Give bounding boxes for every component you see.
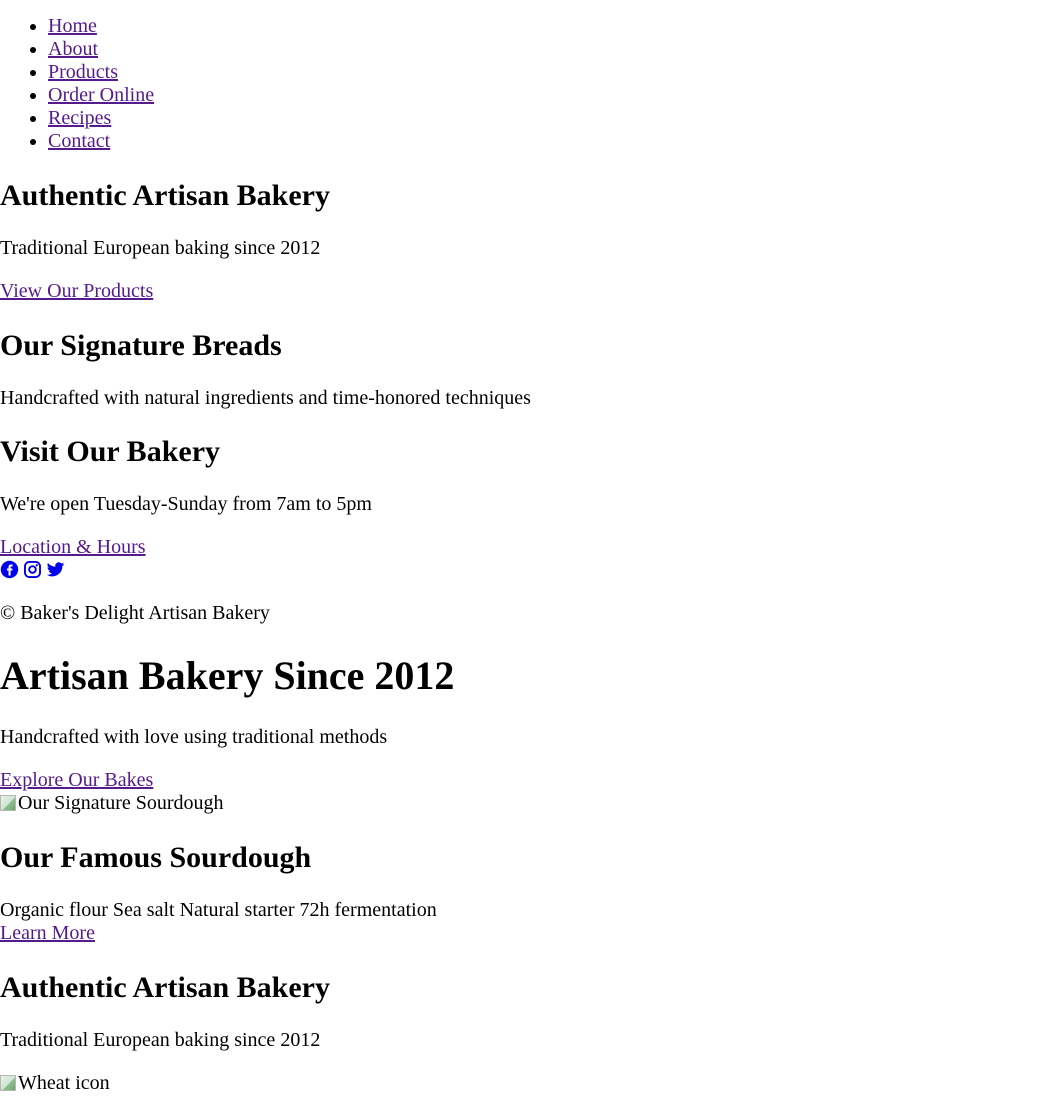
visit-bakery-title: Visit Our Bakery xyxy=(0,435,221,468)
nav-item-products: Products xyxy=(48,61,1042,84)
wheat-image: Wheat icon xyxy=(0,1072,110,1095)
signature-breads-title: Our Signature Breads xyxy=(0,329,282,362)
hero-subtitle: Traditional European baking since 2012 xyxy=(0,237,321,259)
instagram-icon[interactable] xyxy=(23,560,42,579)
nav-link-contact[interactable]: Contact xyxy=(48,130,110,152)
social-links xyxy=(0,560,65,579)
facebook-icon[interactable] xyxy=(0,560,19,579)
nav-item-order-online: Order Online xyxy=(48,84,1042,107)
hero-main-subtitle: Handcrafted with love using traditional … xyxy=(0,726,388,748)
about-title: Authentic Artisan Bakery xyxy=(0,971,330,1004)
sourdough-features: Organic flour Sea salt Natural starter 7… xyxy=(0,899,437,921)
twitter-icon[interactable] xyxy=(46,560,65,579)
nav-link-home[interactable]: Home xyxy=(48,15,97,37)
about-subtitle: Traditional European baking since 2012 xyxy=(0,1029,321,1051)
location-hours-link[interactable]: Location & Hours xyxy=(0,536,146,559)
nav-item-about: About xyxy=(48,38,1042,61)
signature-breads-text: Handcrafted with natural ingredients and… xyxy=(0,387,531,409)
sourdough-image: Our Signature Sourdough xyxy=(0,792,224,815)
explore-bakes-link[interactable]: Explore Our Bakes xyxy=(0,769,153,792)
wheat-image-alt: Wheat icon xyxy=(18,1072,110,1094)
main-nav: Home About Products Order Online Recipes… xyxy=(0,0,1042,153)
nav-item-contact: Contact xyxy=(48,130,1042,153)
nav-link-order-online[interactable]: Order Online xyxy=(48,84,154,106)
nav-link-about[interactable]: About xyxy=(48,38,98,60)
nav-item-home: Home xyxy=(48,15,1042,38)
footer-copyright: © Baker's Delight Artisan Bakery xyxy=(0,602,270,624)
sourdough-title: Our Famous Sourdough xyxy=(0,841,312,874)
hero-main-title: Artisan Bakery Since 2012 xyxy=(0,653,455,698)
nav-link-recipes[interactable]: Recipes xyxy=(48,107,111,129)
nav-link-products[interactable]: Products xyxy=(48,61,118,83)
broken-image-icon xyxy=(0,1074,16,1091)
broken-image-icon xyxy=(0,794,16,811)
sourdough-image-alt: Our Signature Sourdough xyxy=(18,792,224,814)
view-products-link[interactable]: View Our Products xyxy=(0,280,153,303)
learn-more-link[interactable]: Learn More xyxy=(0,922,95,945)
visit-bakery-hours: We're open Tuesday-Sunday from 7am to 5p… xyxy=(0,493,372,515)
hero-title: Authentic Artisan Bakery xyxy=(0,179,330,212)
nav-item-recipes: Recipes xyxy=(48,107,1042,130)
